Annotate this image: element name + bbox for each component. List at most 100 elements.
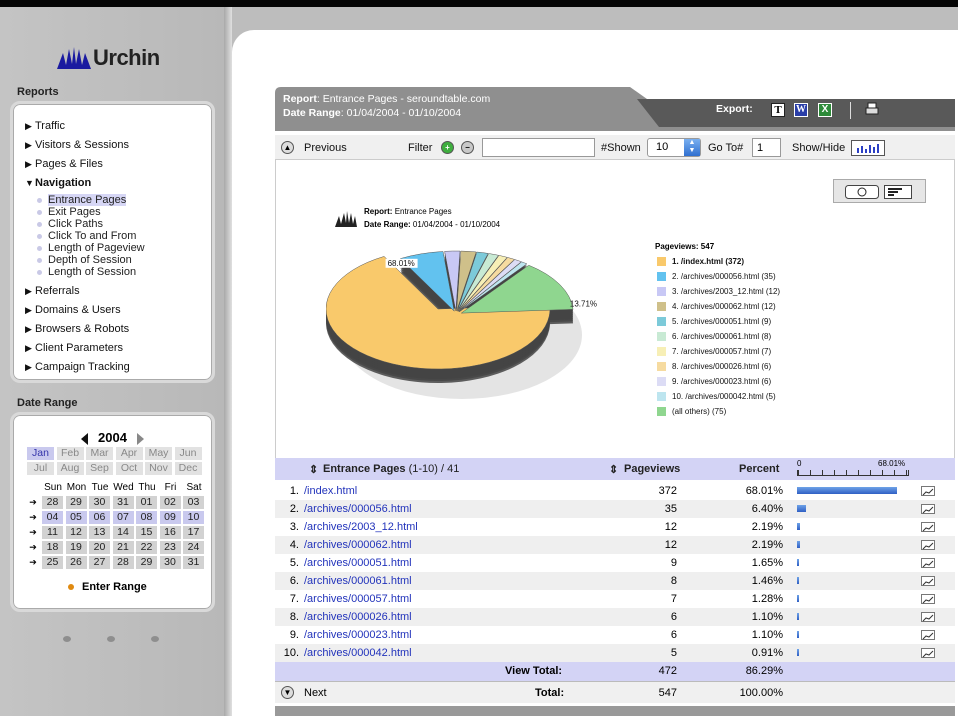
calendar-day[interactable]: 30 (159, 556, 181, 569)
urchin-logo[interactable]: Urchin (55, 45, 160, 71)
sidebar-subitem-click-to-and-from[interactable]: Click To and From (37, 230, 136, 242)
page-link[interactable]: /archives/000023.html (304, 629, 412, 641)
calendar-day[interactable]: 05 (65, 511, 87, 524)
goto-input[interactable] (752, 138, 781, 157)
month-may[interactable]: May (145, 447, 172, 460)
calendar-day[interactable]: 14 (112, 526, 134, 539)
sidebar-item-traffic[interactable]: ▶ Traffic (25, 120, 65, 132)
calendar-day[interactable]: 03 (183, 496, 204, 509)
showhide-graph-icon[interactable] (851, 140, 885, 156)
month-mar[interactable]: Mar (86, 447, 113, 460)
month-jan[interactable]: Jan (27, 447, 54, 460)
filter-input[interactable] (482, 138, 595, 157)
page-link[interactable]: /archives/000056.html (304, 503, 412, 515)
trend-graph-icon[interactable] (921, 630, 935, 640)
sidebar-subitem-length-of-pageview[interactable]: Length of Pageview (37, 242, 145, 254)
calendar-day[interactable]: 26 (65, 556, 87, 569)
calendar-day[interactable]: 29 (136, 556, 157, 569)
select-week-arrow-icon[interactable]: ➔ (27, 496, 39, 509)
month-oct[interactable]: Oct (115, 462, 143, 475)
trend-graph-icon[interactable] (921, 486, 935, 496)
select-week-arrow-icon[interactable]: ➔ (27, 556, 39, 569)
calendar-day[interactable]: 06 (89, 511, 110, 524)
filter-include-icon[interactable]: + (441, 141, 454, 154)
page-link[interactable]: /archives/000057.html (304, 593, 412, 605)
trend-graph-icon[interactable] (921, 540, 935, 550)
print-icon[interactable] (865, 102, 879, 116)
trend-graph-icon[interactable] (921, 594, 935, 604)
prev-year-icon[interactable] (81, 432, 89, 445)
sidebar-item-browsers-robots[interactable]: ▶ Browsers & Robots (25, 323, 129, 335)
month-dec[interactable]: Dec (174, 462, 202, 475)
sidebar-subitem-exit-pages[interactable]: Exit Pages (37, 206, 101, 218)
month-jun[interactable]: Jun (174, 447, 202, 460)
calendar-day[interactable]: 29 (65, 496, 87, 509)
trend-graph-icon[interactable] (921, 648, 935, 658)
calendar-day[interactable]: 07 (112, 511, 134, 524)
calendar-day[interactable]: 16 (159, 526, 181, 539)
sidebar-item-campaign-tracking[interactable]: ▶ Campaign Tracking (25, 361, 130, 373)
bar-chart-toggle-icon[interactable] (884, 185, 912, 199)
month-feb[interactable]: Feb (56, 447, 84, 460)
calendar-day[interactable]: 24 (183, 541, 204, 554)
next-arrow-icon[interactable]: ▼ (281, 686, 294, 699)
filter-exclude-icon[interactable]: − (461, 141, 474, 154)
sidebar-subitem-depth-of-session[interactable]: Depth of Session (37, 254, 132, 266)
calendar-day[interactable]: 08 (136, 511, 157, 524)
calendar-day[interactable]: 02 (159, 496, 181, 509)
calendar-day[interactable]: 22 (136, 541, 157, 554)
calendar-day[interactable]: 27 (89, 556, 110, 569)
trend-graph-icon[interactable] (921, 522, 935, 532)
trend-graph-icon[interactable] (921, 558, 935, 568)
sidebar-item-referrals[interactable]: ▶ Referrals (25, 285, 80, 297)
calendar-day[interactable]: 15 (136, 526, 157, 539)
page-link[interactable]: /archives/000061.html (304, 575, 412, 587)
month-apr[interactable]: Apr (115, 447, 143, 460)
sidebar-subitem-click-paths[interactable]: Click Paths (37, 218, 103, 230)
calendar-day[interactable]: 23 (159, 541, 181, 554)
calendar-day[interactable]: 04 (42, 511, 63, 524)
calendar-day[interactable]: 31 (183, 556, 204, 569)
previous-arrow-icon[interactable]: ▲ (281, 141, 294, 154)
calendar-day[interactable]: 31 (112, 496, 134, 509)
calendar-day[interactable]: 20 (89, 541, 110, 554)
pie-chart-toggle-icon[interactable] (845, 185, 879, 199)
next-button[interactable]: Next (304, 687, 327, 699)
page-link[interactable]: /archives/000062.html (304, 539, 412, 551)
calendar-day[interactable]: 28 (42, 496, 63, 509)
horizontal-scrollbar[interactable] (275, 706, 955, 716)
export-excel-icon[interactable]: X (818, 103, 832, 117)
column-header-pageviews[interactable]: Pageviews (624, 463, 680, 475)
trend-graph-icon[interactable] (921, 504, 935, 514)
month-nov[interactable]: Nov (145, 462, 172, 475)
sidebar-subitem-length-of-session[interactable]: Length of Session (37, 266, 136, 278)
month-aug[interactable]: Aug (56, 462, 84, 475)
export-word-icon[interactable]: W (794, 103, 808, 117)
page-link[interactable]: /archives/000051.html (304, 557, 412, 569)
export-text-icon[interactable]: T (771, 103, 785, 117)
calendar-day[interactable]: 01 (136, 496, 157, 509)
previous-button[interactable]: Previous (304, 142, 347, 154)
page-link[interactable]: /index.html (304, 485, 357, 497)
calendar-day[interactable]: 13 (89, 526, 110, 539)
sidebar-item-client-parameters[interactable]: ▶ Client Parameters (25, 342, 123, 354)
calendar-day[interactable]: 19 (65, 541, 87, 554)
calendar-day[interactable]: 28 (112, 556, 134, 569)
sidebar-subitem-entrance-pages[interactable]: Entrance Pages (37, 194, 127, 206)
sort-page-icon[interactable]: ⇕ (309, 463, 318, 476)
trend-graph-icon[interactable] (921, 576, 935, 586)
calendar-day[interactable]: 30 (89, 496, 110, 509)
select-week-arrow-icon[interactable]: ➔ (27, 541, 39, 554)
sidebar-item-visitors-sessions[interactable]: ▶ Visitors & Sessions (25, 139, 129, 151)
sidebar-item-domains-users[interactable]: ▶ Domains & Users (25, 304, 121, 316)
column-header-percent[interactable]: Percent (739, 463, 779, 475)
calendar-day[interactable]: 10 (183, 511, 204, 524)
calendar-day[interactable]: 21 (112, 541, 134, 554)
sidebar-item-pages-files[interactable]: ▶ Pages & Files (25, 158, 103, 170)
select-week-arrow-icon[interactable]: ➔ (27, 511, 39, 524)
calendar-day[interactable]: 12 (65, 526, 87, 539)
trend-graph-icon[interactable] (921, 612, 935, 622)
shown-select[interactable]: 10 ▲ ▼ (647, 138, 701, 157)
select-week-arrow-icon[interactable]: ➔ (27, 526, 39, 539)
calendar-day[interactable]: 25 (42, 556, 63, 569)
